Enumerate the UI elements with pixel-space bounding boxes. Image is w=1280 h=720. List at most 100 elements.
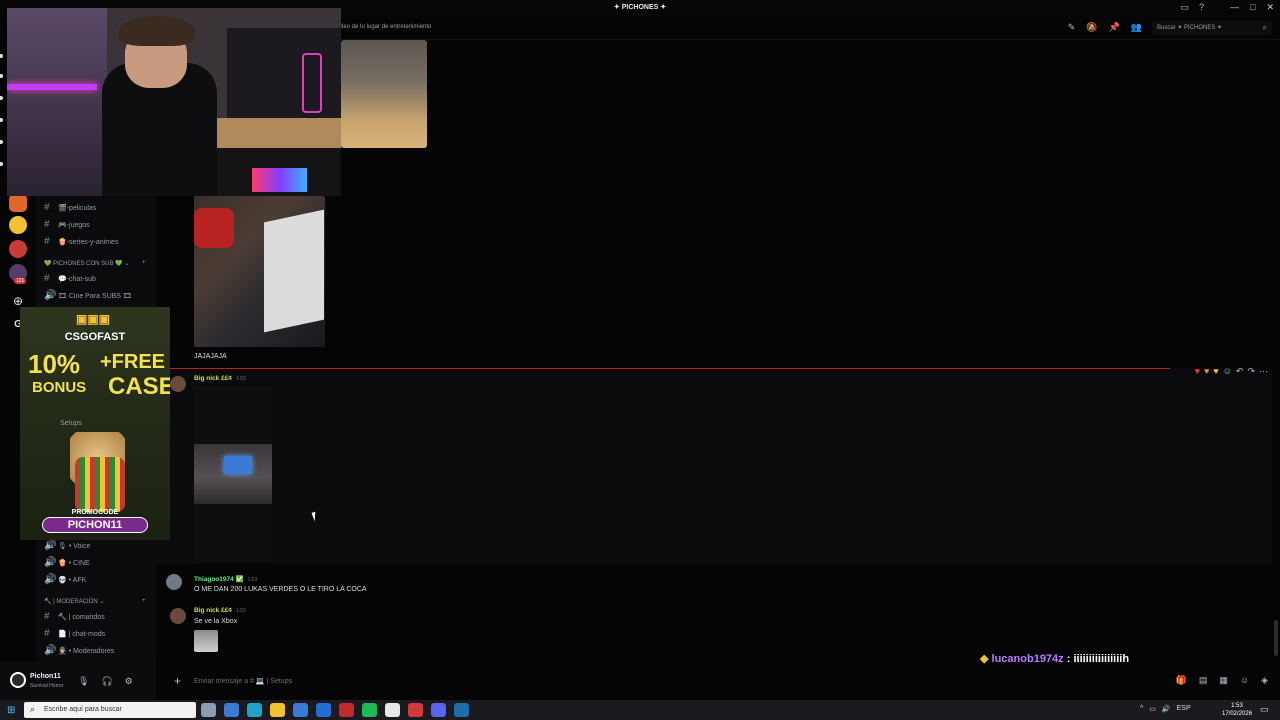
timestamp: 1:53 bbox=[235, 376, 246, 382]
network-icon[interactable]: ▭ bbox=[1149, 705, 1156, 713]
search-icon: ⌕ bbox=[1262, 23, 1267, 32]
avatar[interactable] bbox=[170, 376, 186, 392]
heart-reaction-icon[interactable]: ♥ bbox=[1213, 366, 1218, 377]
add-reaction-icon[interactable]: ☺ bbox=[1223, 366, 1232, 377]
avatar[interactable] bbox=[10, 672, 26, 688]
webcam-overlay bbox=[7, 8, 341, 196]
user-status: Survival Horror bbox=[30, 683, 64, 689]
store-icon[interactable] bbox=[293, 703, 308, 717]
language-indicator[interactable]: ESP bbox=[1177, 705, 1191, 713]
speaker-icon: 🔊 bbox=[44, 540, 57, 551]
message-image[interactable] bbox=[194, 630, 218, 652]
gear-icon[interactable]: ⚙ bbox=[125, 676, 133, 687]
channel-chat-sub[interactable]: # 💬-chat-sub bbox=[44, 273, 96, 284]
server-icon[interactable] bbox=[9, 194, 27, 212]
app-icon[interactable] bbox=[339, 703, 354, 717]
channel-cine-subs[interactable]: 🔊 🎞 Cine Para SUBS 🎞 bbox=[44, 290, 132, 301]
message-composer[interactable]: + Enviar mensaje a # 💻 | Setups 🎁 ▤ ▦ ☺ … bbox=[164, 671, 1274, 693]
apps-icon[interactable]: ◈ bbox=[1261, 675, 1268, 686]
search-input[interactable]: Buscar ✦ PICHONES ✦ ⌕ bbox=[1152, 21, 1272, 35]
category-sub[interactable]: 💚 PICHONES CON SUB 💚 ⌄ + bbox=[44, 260, 146, 267]
gif-icon[interactable]: ▤ bbox=[1199, 675, 1208, 686]
mail-icon[interactable] bbox=[316, 703, 331, 717]
windows-start-icon[interactable]: ⊞ bbox=[7, 705, 15, 716]
message-author[interactable]: Big nick ££¢ 1:53 bbox=[194, 607, 246, 614]
minimize-button[interactable]: — bbox=[1230, 2, 1239, 13]
stream-chat-overlay: ◆ lucanob1974z : iiiiiiiiiiiiiiiih bbox=[980, 653, 1130, 665]
help-icon[interactable]: ? bbox=[1199, 2, 1204, 13]
threads-icon[interactable]: ✎ bbox=[1068, 22, 1076, 33]
message-actions: ♥ ♥ ♥ ☺ ↶ ↷ ⋯ bbox=[1195, 366, 1268, 377]
ad-bonus-label: BONUS bbox=[32, 379, 87, 396]
new-messages-divider bbox=[170, 368, 1170, 369]
volume-icon[interactable]: 🔊 bbox=[1162, 705, 1171, 713]
chevron-up-icon[interactable]: ^ bbox=[1140, 705, 1143, 713]
hash-icon: # bbox=[44, 611, 50, 622]
message-image[interactable] bbox=[341, 40, 427, 148]
add-channel-icon[interactable]: + bbox=[142, 260, 146, 266]
gift-icon[interactable]: 🎁 bbox=[1176, 675, 1187, 686]
system-tray: ^ ▭ 🔊 ESP bbox=[1140, 705, 1191, 713]
channel-series[interactable]: # 🍿-series-y-animes bbox=[44, 236, 118, 247]
voice-channel-cine[interactable]: 🔊 🍿 • CINE bbox=[44, 557, 90, 568]
avatar[interactable] bbox=[166, 574, 182, 590]
headphones-icon[interactable]: 🎧 bbox=[101, 676, 112, 687]
steam-icon[interactable] bbox=[454, 703, 469, 717]
channel-comandos[interactable]: # 🔨 | comandos bbox=[44, 611, 105, 622]
ad-promo-code: PICHON11 bbox=[42, 517, 148, 533]
forward-icon[interactable]: ↷ bbox=[1247, 366, 1255, 377]
search-icon: ⌕ bbox=[30, 704, 36, 714]
emoji-icon[interactable]: ☺ bbox=[1240, 675, 1249, 686]
add-attachment-icon[interactable]: + bbox=[174, 674, 181, 688]
task-view-icon[interactable] bbox=[201, 703, 216, 717]
composer-placeholder: Enviar mensaje a # 💻 | Setups bbox=[194, 678, 293, 685]
message-text: JAJAJAJA bbox=[194, 353, 227, 360]
inbox-icon[interactable]: ▭ bbox=[1180, 2, 1189, 13]
avatar[interactable] bbox=[170, 608, 186, 624]
ad-brand: CSGOFAST bbox=[64, 331, 126, 343]
heart-reaction-icon[interactable]: ♥ bbox=[1195, 366, 1200, 377]
channel-juegos[interactable]: # 🎮-juegos bbox=[44, 219, 90, 230]
server-icon[interactable] bbox=[9, 216, 27, 234]
sticker-icon[interactable]: ▦ bbox=[1219, 675, 1228, 686]
voice-channel-afk[interactable]: 🔊 💀 • AFK bbox=[44, 574, 86, 585]
mute-icon[interactable]: 🔕 bbox=[1086, 22, 1097, 33]
app-icon[interactable] bbox=[408, 703, 423, 717]
discord-icon[interactable] bbox=[431, 703, 446, 717]
channel-peliculas[interactable]: # 🎬-peliculas bbox=[44, 202, 96, 213]
unread-indicator bbox=[0, 96, 3, 100]
unread-indicator bbox=[0, 118, 3, 122]
edge-icon[interactable] bbox=[247, 703, 262, 717]
maximize-button[interactable]: □ bbox=[1250, 2, 1255, 13]
unread-indicator bbox=[0, 140, 3, 144]
pin-icon[interactable]: 📌 bbox=[1109, 22, 1120, 33]
channel-chat-mods[interactable]: # 📄 | chat-mods bbox=[44, 628, 105, 639]
spotify-icon[interactable] bbox=[362, 703, 377, 717]
message-image[interactable] bbox=[194, 196, 325, 347]
file-explorer-icon[interactable] bbox=[270, 703, 285, 717]
ad-case: CASE bbox=[108, 373, 170, 400]
voice-channel-voice[interactable]: 🔊 🎙 • Voice bbox=[44, 540, 90, 551]
close-button[interactable]: ✕ bbox=[1266, 2, 1274, 13]
reply-icon[interactable]: ↶ bbox=[1236, 366, 1244, 377]
more-icon[interactable]: ⋯ bbox=[1259, 366, 1268, 377]
server-icon[interactable] bbox=[9, 240, 27, 258]
message-video[interactable] bbox=[194, 386, 272, 561]
notification-icon[interactable]: ▭ bbox=[1260, 704, 1269, 715]
microphone-icon[interactable]: 🎙 bbox=[78, 676, 89, 687]
members-icon[interactable]: 👥 bbox=[1131, 22, 1142, 33]
taskbar-clock[interactable]: 1:53 17/02/2026 bbox=[1222, 702, 1252, 718]
timestamp: 1:53 bbox=[247, 577, 258, 583]
message-author[interactable]: Thiagoo1974 ✅ 1:53 bbox=[194, 575, 257, 583]
category-moderacion[interactable]: 🔨 | MODERACIÓN ⌄ + bbox=[44, 598, 146, 605]
add-channel-icon[interactable]: + bbox=[142, 598, 146, 604]
browser-icon[interactable] bbox=[224, 703, 239, 717]
scrollbar[interactable] bbox=[1274, 620, 1278, 656]
heart-reaction-icon[interactable]: ♥ bbox=[1204, 366, 1209, 377]
obs-icon[interactable] bbox=[385, 703, 400, 717]
message-author[interactable]: Big nick ££¢ 1:53 bbox=[194, 375, 246, 382]
channel-moderadores[interactable]: 🔊 👮 • Moderadores bbox=[44, 645, 114, 656]
taskbar-search-input[interactable]: ⌕ Escribe aquí para buscar bbox=[24, 702, 196, 718]
hash-icon: # bbox=[44, 628, 50, 639]
hash-icon: # bbox=[44, 273, 50, 284]
